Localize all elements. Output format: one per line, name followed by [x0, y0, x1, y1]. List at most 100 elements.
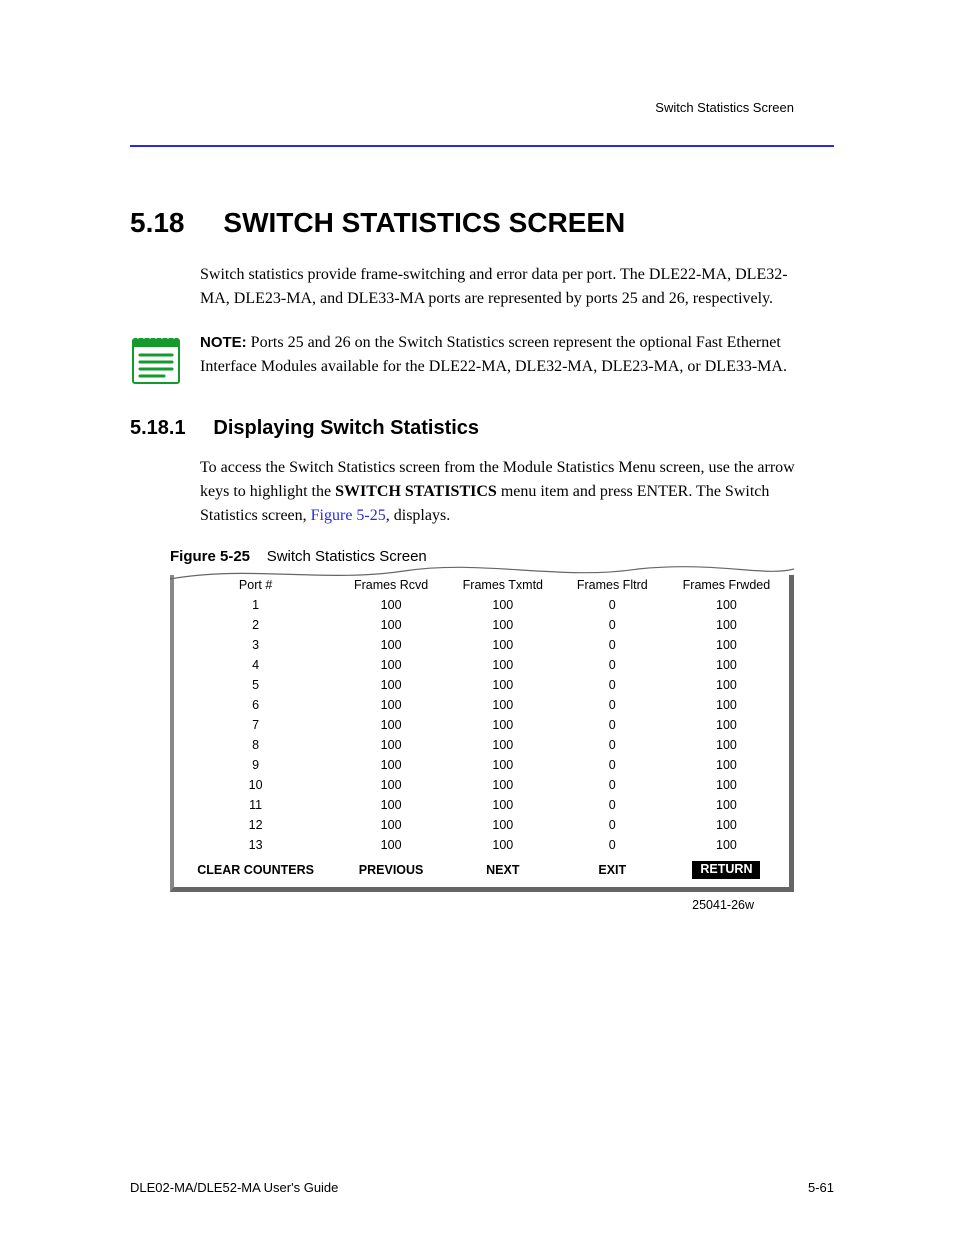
cell-txmtd: 100	[445, 775, 561, 795]
cell-rcvd: 100	[337, 615, 445, 635]
col-port: Port #	[174, 575, 337, 595]
header-rule	[130, 145, 834, 147]
col-txmtd: Frames Txmtd	[445, 575, 561, 595]
figure-caption: Figure 5-25 Switch Statistics Screen	[130, 548, 834, 565]
table-row: 81001000100	[174, 735, 789, 755]
note-text: NOTE: Ports 25 and 26 on the Switch Stat…	[200, 331, 834, 379]
col-fltrd: Frames Fltrd	[561, 575, 664, 595]
subsection-title: 5.18.1 Displaying Switch Statistics	[130, 417, 834, 440]
previous-button[interactable]: PREVIOUS	[337, 855, 445, 887]
cell-port: 13	[174, 835, 337, 855]
cell-fltrd: 0	[561, 715, 664, 735]
cell-rcvd: 100	[337, 795, 445, 815]
cell-frwded: 100	[664, 635, 789, 655]
cell-frwded: 100	[664, 795, 789, 815]
cell-rcvd: 100	[337, 655, 445, 675]
cell-txmtd: 100	[445, 695, 561, 715]
cell-txmtd: 100	[445, 735, 561, 755]
cell-rcvd: 100	[337, 775, 445, 795]
cell-port: 1	[174, 595, 337, 615]
cell-fltrd: 0	[561, 695, 664, 715]
clear-counters-button[interactable]: CLEAR COUNTERS	[174, 855, 337, 887]
section-name: SWITCH STATISTICS SCREEN	[223, 207, 625, 238]
figure-link[interactable]: Figure 5-25	[311, 507, 386, 524]
table-row: 51001000100	[174, 675, 789, 695]
table-row: 91001000100	[174, 755, 789, 775]
cell-fltrd: 0	[561, 675, 664, 695]
cell-port: 2	[174, 615, 337, 635]
figure-panel: Port # Frames Rcvd Frames Txmtd Frames F…	[170, 575, 794, 912]
cell-txmtd: 100	[445, 815, 561, 835]
cell-fltrd: 0	[561, 595, 664, 615]
figure-id: 25041-26w	[170, 898, 754, 912]
note-block: NOTE: Ports 25 and 26 on the Switch Stat…	[130, 331, 834, 387]
cell-rcvd: 100	[337, 815, 445, 835]
cell-frwded: 100	[664, 815, 789, 835]
table-row: 101001000100	[174, 775, 789, 795]
statistics-table: Port # Frames Rcvd Frames Txmtd Frames F…	[174, 575, 789, 887]
cell-txmtd: 100	[445, 615, 561, 635]
running-header: Switch Statistics Screen	[130, 100, 834, 115]
cell-frwded: 100	[664, 675, 789, 695]
figure-caption-text: Switch Statistics Screen	[267, 548, 427, 565]
cell-txmtd: 100	[445, 835, 561, 855]
footer-left: DLE02-MA/DLE52-MA User's Guide	[130, 1180, 338, 1195]
cell-fltrd: 0	[561, 615, 664, 635]
table-row: 31001000100	[174, 635, 789, 655]
subsection-number: 5.18.1	[130, 417, 186, 439]
cell-rcvd: 100	[337, 675, 445, 695]
section-title: 5.18 SWITCH STATISTICS SCREEN	[130, 207, 834, 239]
cell-rcvd: 100	[337, 735, 445, 755]
table-row: 131001000100	[174, 835, 789, 855]
cell-port: 4	[174, 655, 337, 675]
cell-fltrd: 0	[561, 815, 664, 835]
cell-fltrd: 0	[561, 655, 664, 675]
next-button[interactable]: NEXT	[445, 855, 561, 887]
cell-port: 12	[174, 815, 337, 835]
cell-port: 8	[174, 735, 337, 755]
cell-txmtd: 100	[445, 795, 561, 815]
intro-paragraph: Switch statistics provide frame-switchin…	[130, 263, 834, 311]
cell-port: 9	[174, 755, 337, 775]
cell-port: 10	[174, 775, 337, 795]
figure-caption-number: Figure 5-25	[170, 548, 250, 565]
exit-button[interactable]: EXIT	[561, 855, 664, 887]
cell-rcvd: 100	[337, 635, 445, 655]
return-button[interactable]: RETURN	[692, 861, 760, 879]
col-frwded: Frames Frwded	[664, 575, 789, 595]
footer-right: 5-61	[808, 1180, 834, 1195]
cell-frwded: 100	[664, 755, 789, 775]
cell-port: 6	[174, 695, 337, 715]
cell-port: 7	[174, 715, 337, 735]
section-number: 5.18	[130, 207, 185, 238]
cell-frwded: 100	[664, 615, 789, 635]
cell-rcvd: 100	[337, 695, 445, 715]
table-row: 121001000100	[174, 815, 789, 835]
cell-fltrd: 0	[561, 735, 664, 755]
table-row: 61001000100	[174, 695, 789, 715]
cell-port: 5	[174, 675, 337, 695]
table-row: 41001000100	[174, 655, 789, 675]
note-body: Ports 25 and 26 on the Switch Statistics…	[200, 334, 787, 375]
button-row: CLEAR COUNTERS PREVIOUS NEXT EXIT RETURN	[174, 855, 789, 887]
cell-rcvd: 100	[337, 835, 445, 855]
cell-frwded: 100	[664, 775, 789, 795]
table-row: 111001000100	[174, 795, 789, 815]
cell-txmtd: 100	[445, 595, 561, 615]
cell-fltrd: 0	[561, 795, 664, 815]
cell-rcvd: 100	[337, 755, 445, 775]
cell-fltrd: 0	[561, 775, 664, 795]
cell-frwded: 100	[664, 735, 789, 755]
table-header-row: Port # Frames Rcvd Frames Txmtd Frames F…	[174, 575, 789, 595]
notepad-icon	[130, 331, 182, 387]
cell-port: 3	[174, 635, 337, 655]
cell-txmtd: 100	[445, 635, 561, 655]
table-row: 21001000100	[174, 615, 789, 635]
cell-rcvd: 100	[337, 715, 445, 735]
table-row: 11001000100	[174, 595, 789, 615]
cell-frwded: 100	[664, 595, 789, 615]
cell-txmtd: 100	[445, 715, 561, 735]
cell-frwded: 100	[664, 695, 789, 715]
note-label: NOTE:	[200, 334, 247, 351]
cell-txmtd: 100	[445, 755, 561, 775]
